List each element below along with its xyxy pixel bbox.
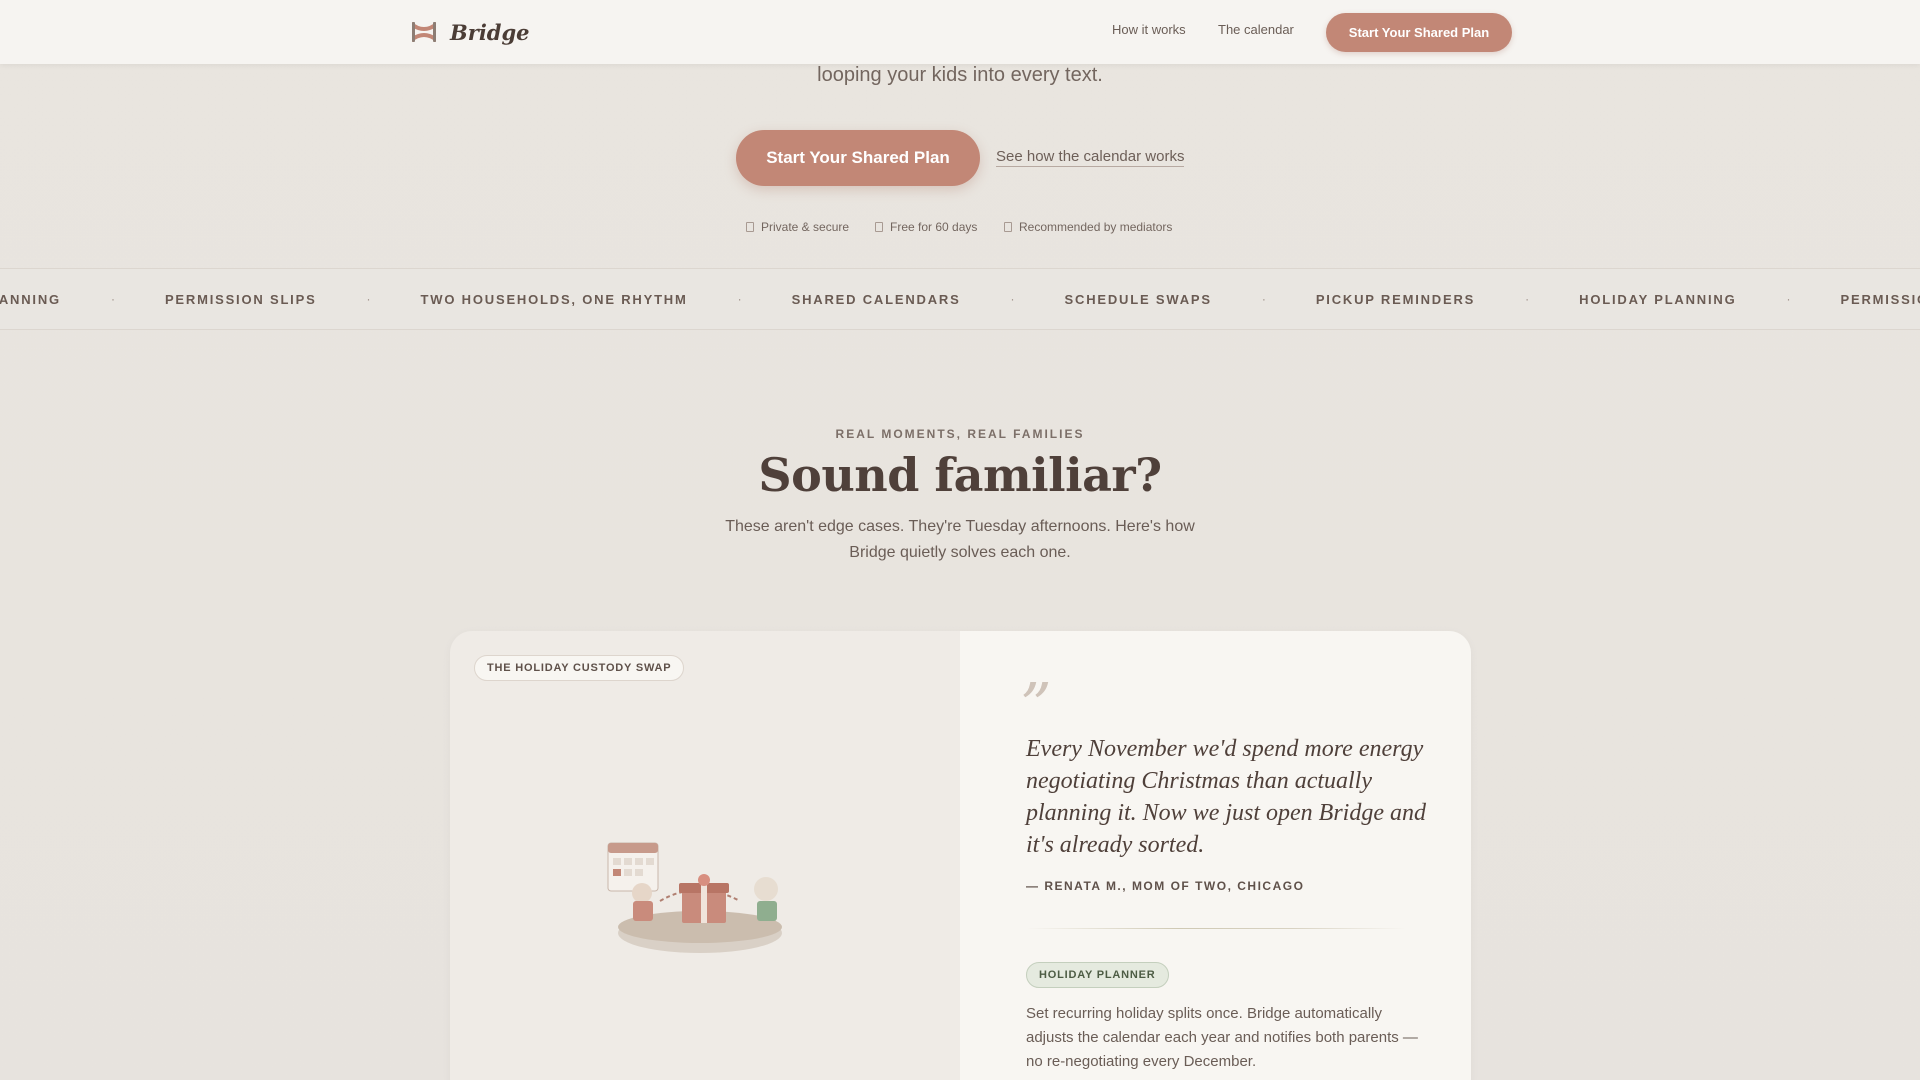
section-title: Sound familiar?	[758, 448, 1162, 502]
check-icon	[1004, 222, 1012, 232]
gift-icon	[875, 222, 883, 232]
marquee-separator: ·	[1525, 292, 1530, 306]
feature-tag: HOLIDAY PLANNER	[1026, 962, 1169, 988]
marquee-item: HOLIDAY PLANNING	[1579, 291, 1737, 307]
marquee-item: TWO HOUSEHOLDS, ONE RHYTHM	[420, 291, 688, 307]
shield-icon	[746, 222, 754, 232]
marquee-item: SHARED CALENDARS	[791, 291, 961, 307]
trust-label: Recommended by mediators	[1019, 220, 1173, 234]
marquee-item: PERMISSION SLIPS	[164, 291, 317, 307]
see-calendar-link[interactable]: See how the calendar works	[996, 148, 1185, 167]
trust-label: Private & secure	[761, 220, 850, 234]
marquee-separator: ·	[366, 292, 371, 306]
feature-description: Set recurring holiday splits once. Bridg…	[1026, 1005, 1418, 1070]
marquee-separator: ·	[737, 292, 742, 306]
trust-badge-mediators: Recommended by mediators	[1004, 220, 1172, 234]
divider	[1026, 928, 1406, 929]
section-eyebrow: REAL MOMENTS, REAL FAMILIES	[835, 427, 1085, 441]
marquee-separator: ·	[1786, 292, 1791, 306]
site-header: Bridge How it works The calendar Start Y…	[0, 0, 1920, 64]
hero-start-plan-button[interactable]: Start Your Shared Plan	[736, 130, 980, 186]
brand-logo[interactable]: Bridge	[410, 19, 530, 45]
marquee-separator: ·	[1261, 292, 1266, 306]
testimonial-author: — RENATA M., MOM OF TWO, CHICAGO	[1026, 879, 1305, 893]
trust-badge-free: Free for 60 days	[875, 220, 977, 234]
marquee-item: PERMISSIO	[1840, 291, 1920, 307]
brand-name: Bridge	[450, 19, 530, 45]
scenario-tag: THE HOLIDAY CUSTODY SWAP	[474, 655, 685, 681]
section-description: These aren't edge cases. They're Tuesday…	[725, 518, 1195, 561]
marquee-separator: ·	[110, 292, 115, 306]
marquee-item: Y PLANNING	[0, 291, 61, 307]
story-card: THE HOLIDAY CUSTODY SWAP ” Every Novembe…	[450, 631, 1471, 1080]
story-illustration-panel: THE HOLIDAY CUSTODY SWAP	[450, 631, 960, 1080]
marquee-separator: ·	[1010, 292, 1015, 306]
trust-label: Free for 60 days	[890, 220, 978, 234]
nav-how-it-works[interactable]: How it works	[1112, 22, 1186, 37]
header-start-plan-button[interactable]: Start Your Shared Plan	[1326, 13, 1512, 52]
holiday-gift-illustration	[607, 842, 782, 953]
testimonial-quote: Every November we'd spend more energy ne…	[1026, 736, 1426, 858]
marquee-item: SCHEDULE SWAPS	[1064, 291, 1212, 307]
story-quote-panel: ” Every November we'd spend more energy …	[960, 631, 1471, 1080]
hero-subtitle: looping your kids into every text.	[817, 64, 1103, 86]
nav-the-calendar[interactable]: The calendar	[1218, 22, 1294, 37]
quote-mark-icon: ”	[1020, 669, 1052, 742]
marquee-track: Y PLANNING · PERMISSION SLIPS · TWO HOUS…	[0, 269, 1920, 329]
bridge-logo-icon	[412, 22, 436, 42]
feature-marquee: Y PLANNING · PERMISSION SLIPS · TWO HOUS…	[0, 268, 1920, 330]
trust-badge-private: Private & secure	[746, 220, 849, 234]
marquee-item: PICKUP REMINDERS	[1315, 291, 1476, 307]
